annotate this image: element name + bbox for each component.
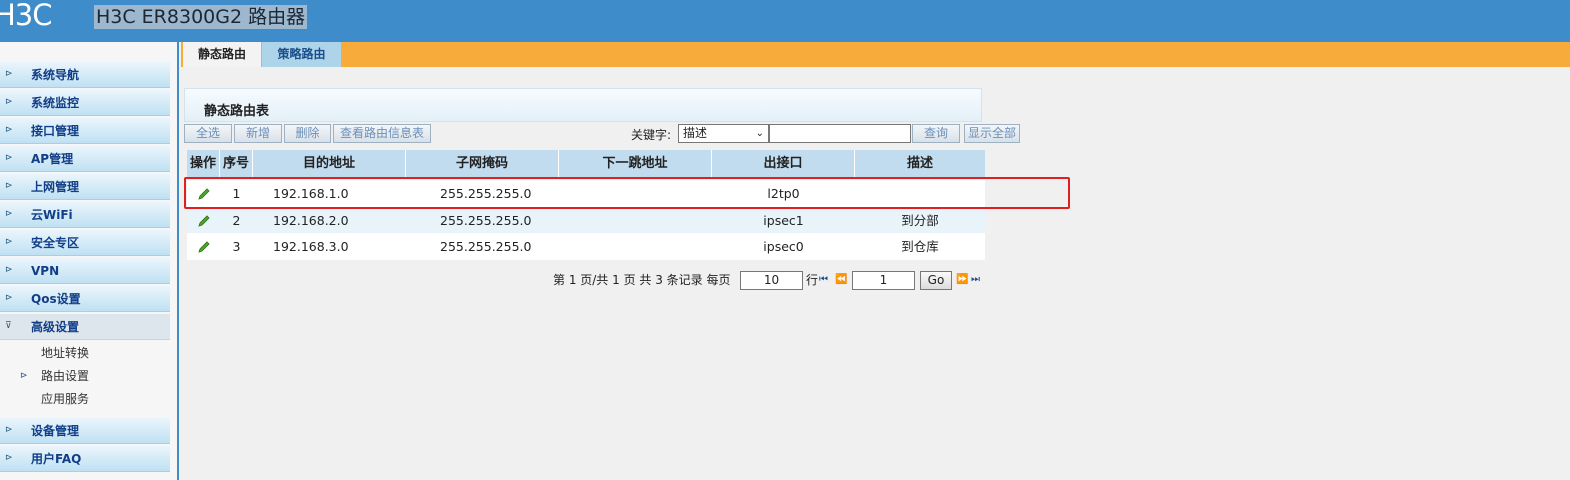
brand-logo: H3C [0, 0, 53, 32]
column-header-description: 描述 [906, 156, 933, 171]
expand-arrow-icon: ⊳ [5, 293, 13, 303]
cell-destination: 192.168.2.0 [273, 213, 349, 228]
expand-arrow-icon: ⊳ [5, 265, 13, 275]
table-row: 2 192.168.2.0 255.255.255.0 ipsec1 到分部 [187, 207, 985, 234]
chevron-down-icon: ⌄ [755, 128, 764, 139]
edit-pencil-icon[interactable] [197, 214, 211, 228]
sidebar-item-interface[interactable]: ⊳ 接口管理 [0, 118, 170, 144]
first-page-icon[interactable]: ⏮ [819, 272, 828, 288]
prev-page-icon[interactable]: ⏪ [835, 272, 847, 288]
column-header-destination: 目的地址 [253, 150, 406, 177]
sidebar-item-vpn[interactable]: ⊳ VPN [0, 258, 170, 284]
expand-arrow-icon: ⊳ [5, 209, 13, 219]
sidebar-item-label: 高级设置 [31, 320, 80, 334]
cell-mask: 255.255.255.0 [440, 239, 532, 254]
sidebar-item-device[interactable]: ⊳ 设备管理 [0, 418, 170, 444]
select-all-button[interactable]: 全选 [184, 124, 232, 143]
sidebar-item-label: 安全专区 [31, 236, 80, 250]
expand-arrow-icon: ⊳ [5, 181, 13, 191]
column-header-mask: 子网掩码 [406, 150, 559, 177]
expand-arrow-icon: ⊳ [5, 125, 13, 135]
sidebar: ⊳ 系统导航 ⊳ 系统监控 ⊳ 接口管理 ⊳ AP管理 ⊳ 上网管理 ⊳ 云Wi… [0, 42, 179, 480]
sidebar-item-label: 系统监控 [31, 96, 80, 110]
sidebar-item-label: VPN [31, 264, 60, 278]
search-button[interactable]: 查询 [912, 124, 960, 143]
sidebar-item-label: AP管理 [31, 152, 74, 166]
panel-header: 静态路由表 [184, 88, 982, 122]
highlight-box [184, 177, 1070, 209]
sidebar-item-advanced[interactable]: ⊽ 高级设置 [0, 314, 170, 340]
cell-index: 2 [232, 213, 241, 228]
sidebar-item-cloud-wifi[interactable]: ⊳ 云WiFi [0, 202, 170, 228]
expand-arrow-icon: ⊳ [5, 425, 13, 435]
show-all-button[interactable]: 显示全部 [964, 124, 1020, 143]
sidebar-item-label: 云WiFi [31, 208, 73, 222]
edit-pencil-icon[interactable] [197, 240, 211, 254]
keyword-input[interactable] [769, 124, 911, 143]
pager-summary: 第 1 页/共 1 页 共 3 条记录 每页 [553, 273, 731, 287]
column-header-next-hop: 下一跳地址 [559, 150, 712, 177]
page-number-input[interactable]: 1 [852, 271, 915, 290]
collapse-arrow-icon: ⊽ [5, 321, 12, 331]
sidebar-item-security[interactable]: ⊳ 安全专区 [0, 230, 170, 256]
expand-arrow-icon: ⊳ [5, 453, 13, 463]
keyword-select-value: 描述 [683, 126, 708, 140]
cell-next-hop [559, 207, 712, 234]
cell-mask: 255.255.255.0 [440, 213, 532, 228]
keyword-select[interactable]: 描述 ⌄ [678, 124, 769, 143]
table-header: 操作 序号 目的地址 子网掩码 下一跳地址 出接口 描述 [187, 150, 985, 177]
per-page-input[interactable]: 10 [740, 271, 803, 290]
go-button[interactable]: Go [920, 271, 952, 290]
sidebar-item-label: 接口管理 [31, 124, 80, 138]
expand-arrow-icon: ⊳ [5, 237, 13, 247]
tab-static-route[interactable]: 静态路由 [183, 42, 261, 67]
sidebar-item-system-nav[interactable]: ⊳ 系统导航 [0, 62, 170, 88]
view-route-table-button[interactable]: 查看路由信息表 [333, 124, 431, 143]
sidebar-item-qos[interactable]: ⊳ Qos设置 [0, 286, 170, 312]
column-header-index: 序号 [220, 150, 253, 177]
sidebar-item-internet[interactable]: ⊳ 上网管理 [0, 174, 170, 200]
sidebar-item-label: 用户FAQ [31, 452, 82, 466]
tab-bar: 静态路由 策略路由 [181, 42, 1570, 67]
top-bar: H3C H3C ER8300G2 路由器 [0, 0, 1570, 42]
sidebar-item-label: Qos设置 [31, 292, 81, 306]
cell-next-hop [559, 233, 712, 260]
expand-arrow-icon: ⊳ [5, 69, 13, 79]
cell-interface: ipsec1 [763, 213, 804, 228]
device-model-title: H3C ER8300G2 路由器 [94, 5, 308, 29]
sidebar-item-faq[interactable]: ⊳ 用户FAQ [0, 446, 170, 472]
rows-unit-label: 行 [806, 273, 819, 287]
sidebar-subitem-nat[interactable]: 地址转换 [41, 345, 89, 361]
table-row: 3 192.168.3.0 255.255.255.0 ipsec0 到仓库 [187, 233, 985, 260]
sidebar-item-label: 上网管理 [31, 180, 80, 194]
cell-description: 到分部 [901, 213, 939, 228]
sidebar-item-system-monitor[interactable]: ⊳ 系统监控 [0, 90, 170, 116]
cell-description: 到仓库 [901, 239, 939, 254]
column-header-interface: 出接口 [712, 150, 855, 177]
cell-index: 3 [232, 239, 241, 254]
expand-arrow-icon: ⊳ [5, 97, 13, 107]
sidebar-subitem-app-service[interactable]: 应用服务 [41, 391, 89, 407]
sidebar-item-label: 系统导航 [31, 68, 80, 82]
delete-button[interactable]: 删除 [284, 124, 331, 143]
sidebar-subitem-routing[interactable]: 路由设置 [41, 368, 89, 384]
column-header-action: 操作 [187, 150, 220, 177]
panel-title: 静态路由表 [204, 104, 270, 119]
sidebar-item-ap[interactable]: ⊳ AP管理 [0, 146, 170, 172]
current-item-marker-icon: ⊳ [20, 371, 28, 381]
keyword-label: 关键字: [631, 128, 672, 142]
tab-policy-route[interactable]: 策略路由 [262, 42, 341, 67]
last-page-icon[interactable]: ⏭ [971, 272, 980, 288]
expand-arrow-icon: ⊳ [5, 153, 13, 163]
next-page-icon[interactable]: ⏩ [956, 272, 968, 288]
add-button[interactable]: 新增 [234, 124, 282, 143]
cell-destination: 192.168.3.0 [273, 239, 349, 254]
cell-interface: ipsec0 [763, 239, 804, 254]
sidebar-item-label: 设备管理 [31, 424, 80, 438]
